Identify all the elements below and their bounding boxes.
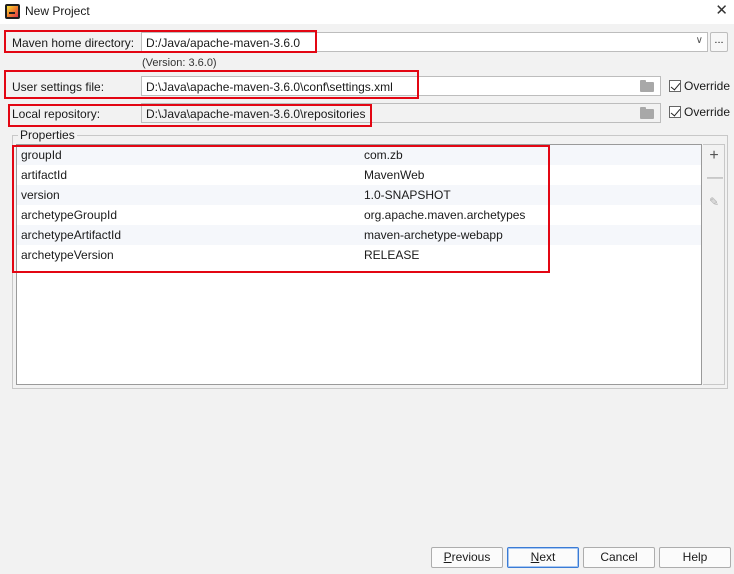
previous-button[interactable]: Previous: [431, 547, 503, 568]
previous-label: revious: [451, 550, 491, 564]
next-label: ext: [539, 550, 556, 564]
maven-version-note: (Version: 3.6.0): [142, 57, 217, 69]
folder-icon[interactable]: [640, 107, 654, 119]
intellij-app-icon: [5, 4, 20, 19]
close-icon[interactable]: ✕: [715, 1, 728, 19]
pencil-icon[interactable]: ✎: [707, 195, 721, 209]
help-button[interactable]: Help: [659, 547, 731, 568]
user-settings-override-label: Override: [684, 79, 731, 93]
folder-icon[interactable]: [640, 80, 654, 92]
properties-toolbar: + — ✎: [703, 144, 725, 385]
local-repository-override-label: Override: [684, 105, 731, 119]
plus-icon[interactable]: +: [707, 148, 721, 164]
highlight-box-maven-home: [4, 30, 317, 53]
minus-icon[interactable]: —: [707, 170, 723, 187]
next-button[interactable]: Next: [507, 547, 579, 568]
checkbox-checked-icon[interactable]: [669, 106, 681, 118]
checkbox-checked-icon[interactable]: [669, 80, 681, 92]
properties-title: Properties: [18, 128, 77, 142]
previous-mnemonic: P: [443, 550, 452, 564]
window-title: New Project: [25, 4, 90, 18]
cancel-button[interactable]: Cancel: [583, 547, 655, 568]
highlight-box-local-repository: [8, 104, 372, 127]
highlight-box-user-settings: [4, 70, 419, 99]
browse-button[interactable]: ...: [710, 32, 728, 52]
chevron-down-icon[interactable]: ∨: [696, 35, 703, 46]
highlight-box-properties: [12, 145, 550, 273]
title-bar: New Project ✕: [0, 0, 734, 24]
